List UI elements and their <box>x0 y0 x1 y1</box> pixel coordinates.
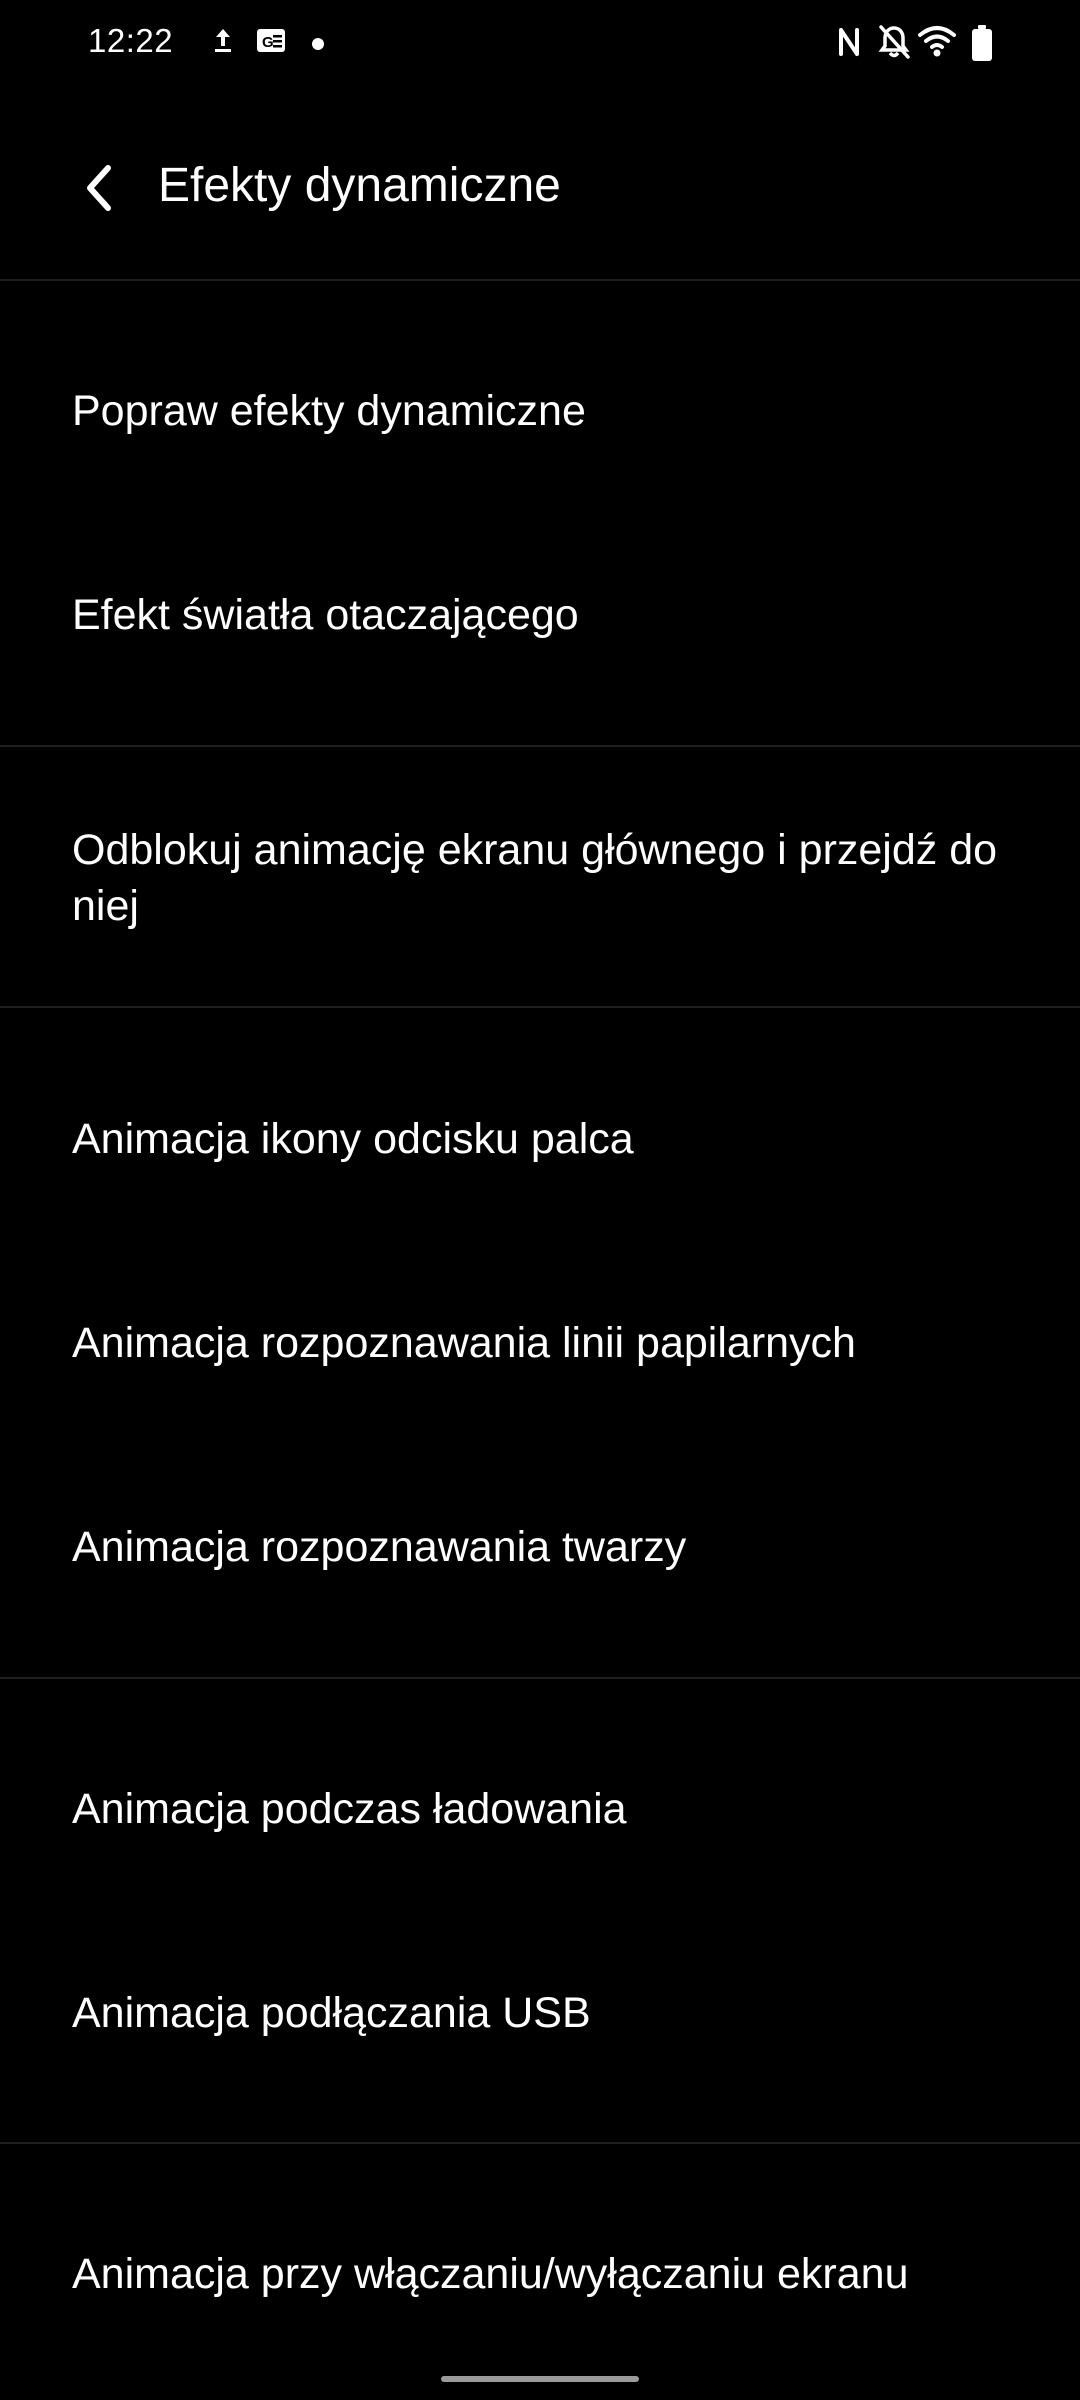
app-header: Efekty dynamiczne <box>0 100 1080 280</box>
settings-item-odblokuj-animacje[interactable]: Odblokuj animację ekranu głównego i prze… <box>72 822 1032 934</box>
svg-text:G: G <box>262 34 274 51</box>
settings-item-animacja-usb[interactable]: Animacja podłączania USB <box>72 1985 1032 2041</box>
section-divider <box>0 745 1080 747</box>
back-button[interactable] <box>62 144 134 236</box>
settings-item-label: Animacja podczas ładowania <box>72 1785 627 1833</box>
chevron-left-icon <box>80 162 116 219</box>
news-icon: G <box>256 27 286 60</box>
status-bar: 12:22 G <box>0 0 1080 88</box>
settings-item-label: Popraw efekty dynamiczne <box>72 387 586 435</box>
settings-item-animacja-linii-papilarnych[interactable]: Animacja rozpoznawania linii papilarnych <box>72 1315 1032 1371</box>
nfc-icon <box>836 24 862 65</box>
settings-item-label: Animacja rozpoznawania twarzy <box>72 1523 687 1571</box>
section-divider <box>0 2142 1080 2144</box>
settings-item-animacja-twarzy[interactable]: Animacja rozpoznawania twarzy <box>72 1519 1032 1575</box>
page-title: Efekty dynamiczne <box>158 159 561 212</box>
dot-icon <box>311 37 325 56</box>
settings-item-popraw-efekty[interactable]: Popraw efekty dynamiczne <box>72 383 1032 439</box>
wifi-icon <box>918 24 956 63</box>
settings-item-animacja-ikony-odcisku[interactable]: Animacja ikony odcisku palca <box>72 1111 1032 1167</box>
status-time: 12:22 <box>88 22 174 59</box>
section-divider <box>0 1006 1080 1008</box>
upload-icon <box>212 27 234 62</box>
gesture-navigation-bar[interactable] <box>441 2376 639 2382</box>
battery-icon <box>970 24 994 67</box>
settings-item-label: Animacja podłączania USB <box>72 1989 591 2037</box>
bell-muted-icon <box>877 24 911 65</box>
settings-item-label: Animacja rozpoznawania linii papilarnych <box>72 1319 856 1367</box>
settings-item-efekt-swiatla[interactable]: Efekt światła otaczającego <box>72 587 1032 643</box>
section-divider <box>0 279 1080 281</box>
settings-item-label: Efekt światła otaczającego <box>72 591 579 639</box>
settings-item-label: Odblokuj animację ekranu głównego i prze… <box>72 826 998 930</box>
settings-item-label: Animacja ikony odcisku palca <box>72 1115 634 1163</box>
settings-item-animacja-ekranu[interactable]: Animacja przy włączaniu/wyłączaniu ekran… <box>72 2246 1032 2302</box>
settings-item-animacja-ladowania[interactable]: Animacja podczas ładowania <box>72 1781 1032 1837</box>
settings-item-label: Animacja przy włączaniu/wyłączaniu ekran… <box>72 2250 909 2298</box>
section-divider <box>0 1677 1080 1679</box>
